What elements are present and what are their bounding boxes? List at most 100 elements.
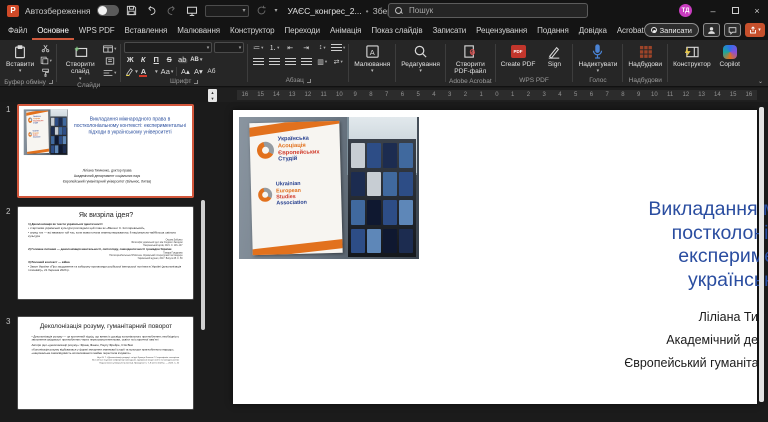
numbering-button[interactable]: ⒈▾ (267, 42, 281, 53)
banner-text-line: Association (276, 200, 307, 207)
comments-button[interactable] (724, 23, 741, 37)
powerpoint-app-icon[interactable]: P (7, 5, 19, 17)
tab-Рецензування[interactable]: Рецензування (471, 21, 532, 40)
drawing-button[interactable]: A Малювання▾ (352, 42, 392, 74)
copilot-button[interactable]: Copilot (715, 42, 745, 69)
text-direction-button[interactable]: ▾ (331, 42, 345, 53)
undo-icon[interactable] (145, 4, 159, 18)
bullets-button[interactable]: ≔▾ (251, 42, 265, 53)
tab-Конструктор[interactable]: Конструктор (225, 21, 280, 40)
tab-WPS PDF[interactable]: WPS PDF (74, 21, 120, 40)
pdf-badge-icon: PDF (511, 45, 526, 58)
tab-Анімація[interactable]: Анімація (325, 21, 366, 40)
start-slideshow-icon[interactable] (185, 4, 199, 18)
search-box[interactable] (388, 3, 588, 18)
wps-create-pdf-button[interactable]: PDF Create PDF (499, 42, 538, 69)
grow-font-button[interactable]: А▴ (179, 66, 191, 77)
quick-access-combo[interactable]: ▾ (205, 5, 249, 17)
designer-button[interactable]: Конструктор (671, 42, 713, 69)
restore-button[interactable] (724, 0, 746, 21)
share-button[interactable]: ▾ (745, 23, 765, 37)
increase-indent-button[interactable]: ⇥ (299, 42, 313, 53)
strikethrough-button[interactable]: S (163, 54, 175, 65)
slide-canvas[interactable]: УкраїнськаАсоціаціяЄвропейськихСтудій Uk… (233, 110, 757, 404)
slide-thumbnail-1[interactable]: УкраїнськаАсоціаціяЄвропейськихСтудій Uk… (17, 104, 194, 198)
section-button[interactable]: ▾ (102, 67, 117, 78)
tab-Записати[interactable]: Записати (427, 21, 471, 40)
record-button[interactable]: Записати (644, 23, 699, 37)
columns-button[interactable]: ▥▾ (315, 56, 329, 67)
font-dialog-launcher[interactable] (194, 80, 198, 84)
highlight-color-button[interactable]: ▾ (124, 66, 139, 77)
tab-Подання[interactable]: Подання (532, 21, 574, 40)
decrease-indent-button[interactable]: ⇤ (283, 42, 297, 53)
paste-button[interactable]: Вставити▾ (4, 42, 36, 74)
dictate-button[interactable]: Надиктувати▾ (576, 42, 619, 74)
clear-formatting-button[interactable]: Аб (205, 66, 217, 77)
close-button[interactable]: × (746, 0, 768, 21)
thumbnail-scroll-buttons[interactable]: ▲▼ (208, 89, 217, 102)
line-spacing-button[interactable]: ↕▾ (315, 42, 329, 53)
search-input[interactable] (407, 5, 581, 16)
tab-Переходи[interactable]: Переходи (280, 21, 325, 40)
collapse-ribbon-icon[interactable]: ⌄ (758, 78, 763, 85)
change-case-button[interactable]: Аа▾ (160, 66, 175, 77)
tab-Основне[interactable]: Основне (32, 21, 74, 40)
autosave-toggle[interactable] (97, 5, 119, 16)
minimize-button[interactable]: – (702, 0, 724, 21)
slide-layout-button[interactable]: ▾ (102, 43, 117, 54)
underline-button[interactable]: П (150, 54, 162, 65)
slide-thumbnail-3[interactable]: Деколонізація розуму, гуманітарний повор… (17, 316, 194, 410)
font-size-select[interactable]: ▾ (214, 42, 244, 53)
editing-button[interactable]: Редагування▾ (399, 42, 442, 74)
font-name-select[interactable]: ▾ (124, 42, 212, 53)
sync-icon[interactable] (255, 4, 269, 18)
ruler-number: 15 (725, 92, 741, 98)
character-spacing-button[interactable]: АВ▾ (189, 54, 203, 65)
text-shadow-button[interactable]: ab (176, 54, 188, 65)
acrobat-icon (463, 43, 478, 60)
font-color-button[interactable]: А▾ (140, 66, 159, 77)
reset-slide-button[interactable] (102, 55, 117, 66)
ruler-number: 4 (426, 92, 442, 98)
redo-icon[interactable] (165, 4, 179, 18)
slide-subtitle[interactable]: Ліліана Тимченко, доктор права Академічн… (601, 310, 768, 379)
ruler-number: 13 (694, 92, 710, 98)
copy-button[interactable]: ▾ (38, 55, 53, 66)
thumbnail-text-line: • Закон України «Про засудження та забор… (28, 265, 184, 272)
tab-Малювання[interactable]: Малювання (172, 21, 225, 40)
cut-button[interactable] (38, 43, 53, 54)
smartart-convert-button[interactable]: ⇄▾ (331, 56, 345, 67)
thumbnail-slide2-title: Як визріла ідея? (18, 207, 194, 221)
paragraph-dialog-launcher[interactable] (307, 79, 311, 83)
ruler-number: 14 (269, 92, 285, 98)
ruler-number: 9 (347, 92, 363, 98)
tab-Вставлення[interactable]: Вставлення (120, 21, 173, 40)
tab-Файл[interactable]: Файл (3, 21, 32, 40)
addins-button[interactable]: Надбудови (626, 42, 664, 69)
align-center-button[interactable] (267, 56, 281, 67)
thumbnail-panel-scrollbar[interactable] (201, 200, 205, 330)
justify-button[interactable] (299, 56, 313, 67)
wps-sign-button[interactable]: Sign (539, 42, 569, 69)
create-pdf-file-button[interactable]: Створити PDF-файл (449, 42, 491, 77)
clipboard-dialog-launcher[interactable] (49, 80, 53, 84)
slide-area-scrollbar[interactable] (759, 107, 764, 402)
align-right-button[interactable] (283, 56, 297, 67)
account-avatar[interactable]: ТД (679, 4, 692, 17)
format-painter-button[interactable] (38, 67, 53, 78)
shrink-font-button[interactable]: А▾ (192, 66, 204, 77)
document-title[interactable]: УАЄС_конгрес_2... (288, 6, 362, 16)
tab-Довідка[interactable]: Довідка (574, 21, 612, 40)
new-slide-button[interactable]: Створити слайд▾ (60, 42, 100, 82)
presenter-coach-button[interactable] (703, 23, 720, 37)
align-left-button[interactable] (251, 56, 265, 67)
slide-photo[interactable]: УкраїнськаАсоціаціяЄвропейськихСтудій Uk… (239, 117, 419, 259)
customize-toolbar-icon[interactable]: ▾ (275, 7, 278, 14)
save-icon[interactable] (125, 4, 139, 18)
tab-Показ слайдів[interactable]: Показ слайдів (366, 21, 427, 40)
italic-button[interactable]: К (137, 54, 149, 65)
bold-button[interactable]: Ж (124, 54, 136, 65)
slide-title[interactable]: Викладання міжнародного права в постколо… (631, 198, 768, 292)
slide-thumbnail-2[interactable]: Як визріла ідея? 1) Деколонізація як тек… (17, 206, 194, 300)
